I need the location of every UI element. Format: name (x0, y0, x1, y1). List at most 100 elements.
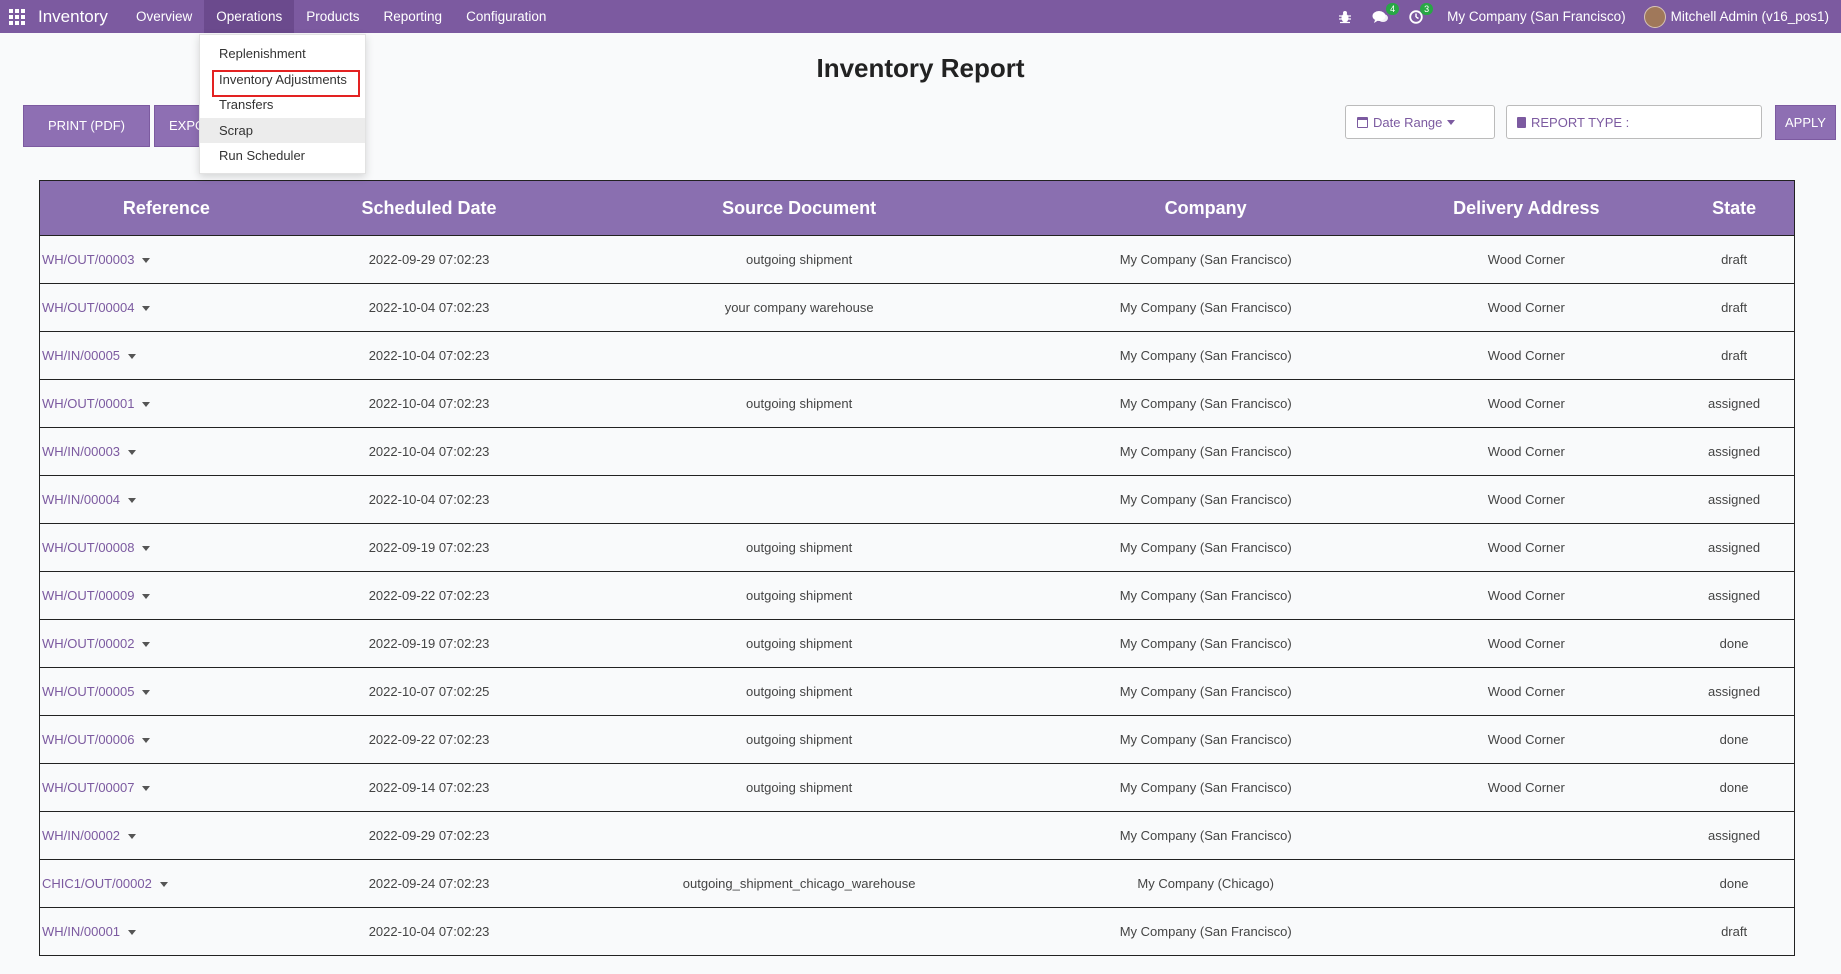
debug-bug-icon[interactable] (1338, 10, 1352, 24)
cell-reference[interactable]: WH/IN/00005 (40, 348, 293, 363)
cell-text-reference[interactable]: WH/IN/00001 (42, 924, 120, 939)
dropdown-item-replenishment[interactable]: Replenishment (200, 41, 365, 67)
cell-text-delivery-address: Wood Corner (1487, 540, 1565, 555)
cell-reference[interactable]: WH/IN/00002 (40, 828, 293, 843)
cell-reference[interactable]: WH/OUT/00003 (40, 252, 293, 267)
cell-reference[interactable]: WH/OUT/00008 (40, 540, 293, 555)
table-row: WH/OUT/00002 2022-09-19 07:02:23 outgoing … (40, 620, 1794, 668)
table-row: WH/IN/00005 2022-10-04 07:02:23 My Company… (40, 332, 1794, 380)
cell-text-reference[interactable]: WH/IN/00005 (42, 348, 120, 363)
cell-reference[interactable]: WH/OUT/00009 (40, 588, 293, 603)
reference-caret-down-icon[interactable] (128, 450, 137, 456)
cell-text-state: draft (1721, 924, 1748, 939)
menu-operations[interactable]: Operations (204, 0, 295, 33)
cell-reference[interactable]: WH/OUT/00007 (40, 780, 293, 795)
cell-text-reference[interactable]: WH/OUT/00007 (42, 780, 134, 795)
reference-caret-down-icon[interactable] (142, 642, 151, 648)
cell-source-document: outgoing shipment (565, 588, 1032, 603)
cell-delivery-address: Wood Corner (1378, 492, 1674, 507)
user-name: Mitchell Admin (v16_pos1) (1670, 9, 1829, 24)
app-name[interactable]: Inventory (38, 7, 108, 27)
cell-reference[interactable]: WH/IN/00004 (40, 492, 293, 507)
reference-caret-down-icon[interactable] (142, 258, 151, 264)
dropdown-item-run-scheduler[interactable]: Run Scheduler (200, 143, 365, 169)
cell-scheduled-date: 2022-09-22 07:02:23 (293, 588, 566, 603)
messages-icon[interactable]: 4 (1372, 2, 1400, 24)
report-type-input[interactable] (1637, 109, 1758, 135)
column-header-source-document: Source Document (722, 197, 877, 218)
report-type-filter[interactable]: REPORT TYPE : (1506, 105, 1762, 139)
menu-overview[interactable]: Overview (124, 0, 204, 33)
cell-text-reference[interactable]: WH/OUT/00005 (42, 684, 134, 699)
cell-text-reference[interactable]: WH/OUT/00009 (42, 588, 134, 603)
reference-caret-down-icon[interactable] (142, 690, 151, 696)
date-range-filter[interactable]: Date Range (1345, 105, 1495, 139)
reference-caret-down-icon[interactable] (128, 354, 137, 360)
cell-text-reference[interactable]: WH/IN/00002 (42, 828, 120, 843)
cell-text-reference[interactable]: WH/IN/00004 (42, 492, 120, 507)
cell-scheduled-date: 2022-10-04 07:02:23 (293, 444, 566, 459)
cell-text-reference[interactable]: WH/IN/00003 (42, 444, 120, 459)
cell-text-reference[interactable]: WH/OUT/00001 (42, 396, 134, 411)
menu-reporting[interactable]: Reporting (372, 0, 455, 33)
cell-reference[interactable]: WH/OUT/00004 (40, 300, 293, 315)
apps-menu-icon[interactable] (0, 0, 34, 33)
reference-caret-down-icon[interactable] (142, 402, 151, 408)
reference-caret-down-icon[interactable] (142, 306, 151, 312)
cell-state: assigned (1674, 540, 1794, 555)
cell-text-reference[interactable]: WH/OUT/00002 (42, 636, 134, 651)
cell-state: assigned (1674, 396, 1794, 411)
cell-text-state: assigned (1708, 396, 1761, 411)
cell-text-state: draft (1721, 300, 1748, 315)
cell-text-company: My Company (San Francisco) (1119, 828, 1292, 843)
cell-reference[interactable]: WH/IN/00001 (40, 924, 293, 939)
column-header-reference: Reference (122, 197, 210, 218)
table-row: WH/OUT/00007 2022-09-14 07:02:23 outgoing … (40, 764, 1794, 812)
dropdown-item-inventory-adjustments[interactable]: Inventory Adjustments (200, 67, 365, 93)
cell-company: My Company (San Francisco) (1033, 540, 1379, 555)
cell-text-scheduled-date: 2022-09-29 07:02:23 (368, 828, 490, 843)
cell-reference[interactable]: WH/OUT/00001 (40, 396, 293, 411)
cell-text-reference[interactable]: WH/OUT/00006 (42, 732, 134, 747)
reference-caret-down-icon[interactable] (159, 882, 168, 888)
cell-text-delivery-address: Wood Corner (1487, 348, 1565, 363)
cell-reference[interactable]: WH/OUT/00006 (40, 732, 293, 747)
user-menu[interactable]: Mitchell Admin (v16_pos1) (1643, 5, 1829, 28)
print-pdf-button[interactable]: PRINT (PDF) (23, 105, 150, 147)
cell-text-state: assigned (1708, 588, 1761, 603)
cell-text-delivery-address: Wood Corner (1487, 780, 1565, 795)
cell-text-company: My Company (San Francisco) (1119, 348, 1292, 363)
cell-state: done (1674, 636, 1794, 651)
cell-text-company: My Company (Chicago) (1137, 876, 1274, 891)
reference-caret-down-icon[interactable] (142, 546, 151, 552)
cell-text-state: done (1719, 636, 1749, 651)
menu-configuration[interactable]: Configuration (454, 0, 558, 33)
cell-text-state: done (1719, 732, 1749, 747)
reference-caret-down-icon[interactable] (128, 930, 137, 936)
cell-reference[interactable]: WH/OUT/00005 (40, 684, 293, 699)
activities-clock-icon[interactable]: 3 (1409, 2, 1434, 24)
cell-text-reference[interactable]: WH/OUT/00003 (42, 252, 134, 267)
cell-text-company: My Company (San Francisco) (1119, 684, 1292, 699)
cell-text-reference[interactable]: WH/OUT/00008 (42, 540, 134, 555)
cell-text-reference[interactable]: CHIC1/OUT/00002 (42, 876, 152, 891)
reference-caret-down-icon[interactable] (128, 498, 137, 504)
cell-state: draft (1674, 348, 1794, 363)
reference-caret-down-icon[interactable] (142, 594, 151, 600)
apply-button[interactable]: APPLY (1775, 105, 1836, 140)
cell-text-delivery-address: Wood Corner (1487, 732, 1565, 747)
dropdown-item-transfers[interactable]: Transfers (200, 92, 365, 118)
cell-text-scheduled-date: 2022-10-04 07:02:23 (368, 396, 490, 411)
menu-products[interactable]: Products (294, 0, 371, 33)
dropdown-item-scrap[interactable]: Scrap (200, 117, 365, 143)
reference-caret-down-icon[interactable] (142, 738, 151, 744)
reference-caret-down-icon[interactable] (142, 786, 151, 792)
cell-text-reference[interactable]: WH/OUT/00004 (42, 300, 134, 315)
reference-caret-down-icon[interactable] (128, 834, 137, 840)
cell-delivery-address: Wood Corner (1378, 636, 1674, 651)
cell-reference[interactable]: WH/IN/00003 (40, 444, 293, 459)
cell-reference[interactable]: WH/OUT/00002 (40, 636, 293, 651)
cell-text-source-document: outgoing shipment (746, 780, 853, 795)
company-switcher[interactable]: My Company (San Francisco) (1447, 9, 1626, 24)
cell-reference[interactable]: CHIC1/OUT/00002 (40, 876, 293, 891)
